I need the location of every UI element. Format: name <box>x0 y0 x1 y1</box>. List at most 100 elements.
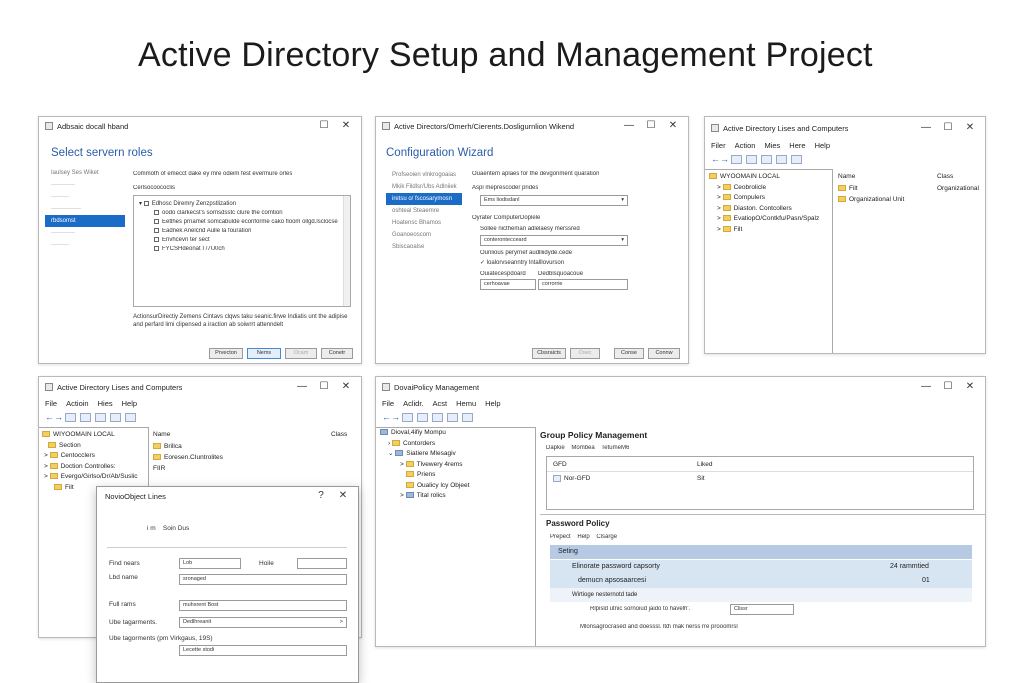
tab-project[interactable]: Prepect <box>550 534 571 540</box>
nav-item-active[interactable]: rbdsomst <box>45 215 125 227</box>
cancel-button[interactable]: Conetr <box>321 348 353 359</box>
cancel-button[interactable]: Connw <box>648 348 680 359</box>
menu-view[interactable]: Hies <box>98 399 113 408</box>
menu-view[interactable]: Acst <box>433 399 448 408</box>
nav-item[interactable]: ———— <box>45 179 125 191</box>
initials-field[interactable] <box>297 558 347 569</box>
config-field-2[interactable]: corrorrie <box>538 279 628 290</box>
col-class[interactable]: Class <box>937 173 953 180</box>
tree-root[interactable]: WYOOMAIN LOCAL <box>709 172 819 183</box>
menu-help[interactable]: Help <box>485 399 500 408</box>
logon-name-field[interactable]: Dedlhreanit > <box>179 617 347 628</box>
tree-node[interactable]: > Centocclers <box>42 451 138 462</box>
next-button[interactable]: Nems <box>247 348 281 359</box>
full-name-field[interactable]: muhsrent Bost <box>179 600 347 611</box>
config-field-1[interactable]: cerhoavae <box>480 279 536 290</box>
role-checkbox[interactable] <box>143 200 149 206</box>
close-icon[interactable]: ✕ <box>662 119 684 133</box>
tree-node[interactable]: > Diaston. Contcollers <box>709 204 819 215</box>
menu-file[interactable]: File <box>45 399 57 408</box>
tree-node[interactable]: > Compulers <box>709 193 819 204</box>
tree-node[interactable]: > EvatiopO/Contkfu/Pasn/Spalz <box>709 214 819 225</box>
close-icon[interactable]: ✕ <box>959 380 981 394</box>
tree-root[interactable]: Dioval,4ifiy Mompu <box>380 428 469 439</box>
list-item[interactable]: Organizational Unit <box>838 196 904 203</box>
refresh-icon[interactable] <box>432 413 443 422</box>
tree-node[interactable]: Oualicy lcy Objeet <box>380 481 469 492</box>
previous-button[interactable]: Prvecton <box>209 348 243 359</box>
list-item[interactable]: Filt <box>838 185 858 192</box>
up-folder-icon[interactable] <box>402 413 413 422</box>
help-icon[interactable] <box>125 413 136 422</box>
properties-icon[interactable] <box>746 155 757 164</box>
nav-item[interactable]: Profseoien vlnkrogoaias <box>386 169 462 181</box>
refresh-icon[interactable] <box>761 155 772 164</box>
policy-row[interactable]: Elinorate password capsorty 24 rammtied <box>550 560 972 574</box>
help-icon[interactable]: ? <box>310 489 332 503</box>
menu-help[interactable]: Help <box>815 141 830 150</box>
back-button[interactable]: Clssraicts <box>532 348 566 359</box>
close-button[interactable]: Conse <box>614 348 644 359</box>
tab-details[interactable]: Dapkie <box>546 445 565 451</box>
menu-here[interactable]: Here <box>789 141 805 150</box>
menu-file[interactable]: Filer <box>711 141 726 150</box>
maximize-icon[interactable]: ☐ <box>937 121 959 135</box>
tab-members[interactable]: Mombea <box>571 445 594 451</box>
list-item[interactable]: Brillca <box>153 443 182 450</box>
nav-item-active[interactable]: iretsu o/ fscosarymosn <box>386 193 462 205</box>
tree-node[interactable]: ⌄ Siatiere Mlesagiv <box>380 449 469 460</box>
policy-row[interactable]: Rlpisld utnic sornoiud jaido to havelh'.… <box>550 602 972 618</box>
menu-file[interactable]: File <box>382 399 394 408</box>
tree-root[interactable]: WIYOOMAIN LOCAL <box>42 430 138 441</box>
maximize-icon[interactable]: ☐ <box>937 380 959 394</box>
role-item[interactable]: FYCSHdeonat I /7U0ch <box>154 246 225 252</box>
properties-icon[interactable] <box>417 413 428 422</box>
help-icon[interactable] <box>791 155 802 164</box>
maximize-icon[interactable]: ☐ <box>313 380 335 394</box>
minimize-icon[interactable]: — <box>291 380 313 394</box>
method-select[interactable]: conterontecceard ▾ <box>480 235 628 246</box>
properties-icon[interactable] <box>80 413 91 422</box>
next-button[interactable]: Osec <box>570 348 600 359</box>
minimize-icon[interactable]: — <box>618 119 640 133</box>
close-icon[interactable]: ✕ <box>335 119 357 133</box>
tree-node[interactable]: > Doction Controlles: <box>42 462 138 473</box>
gpm-col-linked[interactable]: Liked <box>697 461 713 468</box>
col-name[interactable]: Name <box>153 431 170 438</box>
role-item[interactable]: Eadnek Anelcnd Aulle la fouration <box>154 228 251 234</box>
nav-item[interactable]: Goanoeoscom <box>386 229 462 241</box>
tab-help[interactable]: Help <box>577 534 589 540</box>
role-item[interactable]: oodo clarkecst's sornsdsstc clure the co… <box>154 210 283 216</box>
close-icon[interactable]: ✕ <box>332 489 354 503</box>
nav-item[interactable]: ——— <box>45 191 125 203</box>
tree-node[interactable]: > Filt <box>709 225 819 236</box>
up-folder-icon[interactable] <box>731 155 742 164</box>
menu-action[interactable]: Aclidr. <box>403 399 423 408</box>
role-item[interactable]: Envhcevn ter sect <box>154 237 210 243</box>
list-item[interactable]: FIIR <box>153 465 165 472</box>
back-forward-icon[interactable]: ←→ <box>382 413 400 422</box>
gpm-col-gfd[interactable]: GFD <box>553 461 567 468</box>
install-button[interactable]: Ocam <box>285 348 317 359</box>
back-forward-icon[interactable]: ←→ <box>45 413 63 422</box>
tree-node[interactable]: > Tlvewery 4rems <box>380 460 469 471</box>
menu-action[interactable]: Actioin <box>66 399 89 408</box>
menu-help[interactable]: Help <box>122 399 137 408</box>
export-icon[interactable] <box>110 413 121 422</box>
up-folder-icon[interactable] <box>65 413 76 422</box>
gpm-row[interactable]: Nor-GFD <box>553 475 590 482</box>
export-icon[interactable] <box>776 155 787 164</box>
nav-item[interactable]: Mkik Fildlsr/Ubs Adlniiek <box>386 181 462 193</box>
nav-item[interactable]: Iaulsey Ses Wiket <box>45 167 125 179</box>
option-checkbox[interactable]: ✓ loalorvseanntry lntalllovurson <box>480 259 564 266</box>
minimize-icon[interactable]: — <box>915 380 937 394</box>
nav-item[interactable]: ———— <box>45 227 125 239</box>
nav-item[interactable]: oshteal Steaemre <box>386 205 462 217</box>
nav-item[interactable]: Sbiscaoalse <box>386 241 462 253</box>
nav-item[interactable]: ————— <box>45 203 125 215</box>
tree-node[interactable]: Section <box>42 441 138 452</box>
refresh-icon[interactable] <box>95 413 106 422</box>
first-name-field[interactable]: Lob <box>179 558 241 569</box>
roles-scrollbar[interactable] <box>343 196 350 306</box>
prides-select[interactable]: Ems liodisdanl ▾ <box>480 195 628 206</box>
